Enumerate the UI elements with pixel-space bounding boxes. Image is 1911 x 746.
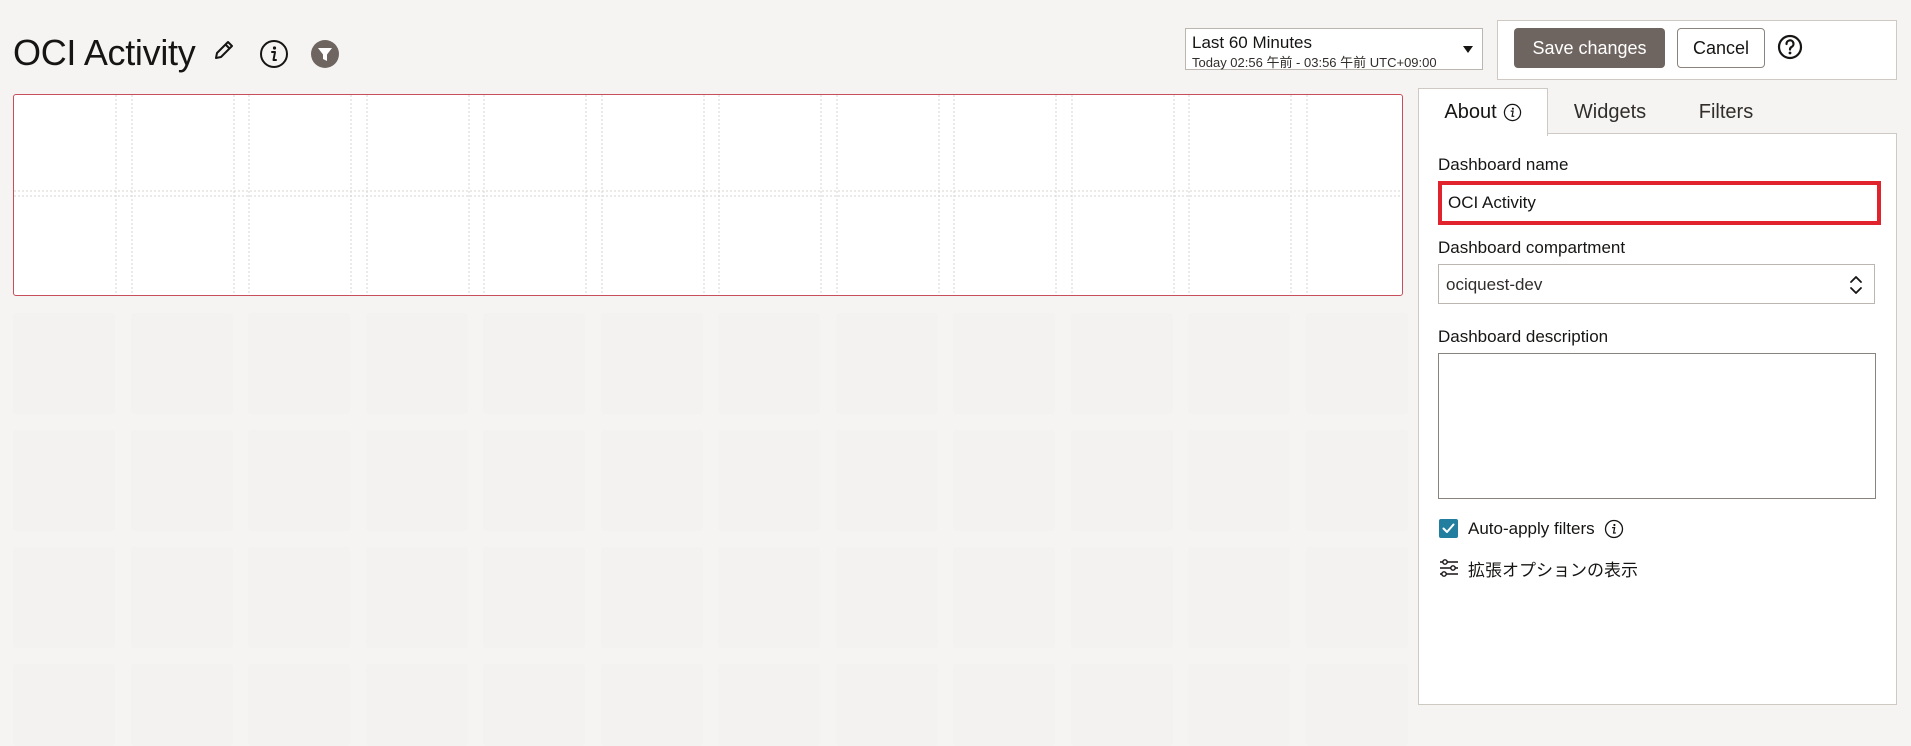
grid-placeholder-cell xyxy=(366,430,468,531)
grid-placeholder-cell xyxy=(953,430,1055,531)
grid-placeholder-cell xyxy=(483,547,585,648)
grid-placeholder-cell xyxy=(248,430,350,531)
chevron-up-down-icon xyxy=(1850,276,1862,294)
grid-placeholder-cell xyxy=(953,664,1055,746)
compartment-value: ociquest-dev xyxy=(1446,275,1543,294)
grid-placeholder-cell xyxy=(13,664,115,746)
grid-placeholder-cell xyxy=(131,547,233,648)
grid-placeholder-cell xyxy=(1071,313,1173,414)
grid-placeholder-cell xyxy=(248,547,350,648)
tab-filters[interactable]: Filters xyxy=(1666,88,1786,136)
grid-placeholder-cell xyxy=(836,547,938,648)
tab-about[interactable]: About xyxy=(1418,88,1548,136)
dashboard-description-label: Dashboard description xyxy=(1438,327,1609,346)
grid-placeholder-cell xyxy=(1188,547,1290,648)
time-range-label: Last 60 Minutes xyxy=(1192,33,1313,52)
grid-placeholder-cell xyxy=(601,664,703,746)
dashboard-compartment-label: Dashboard compartment xyxy=(1438,238,1626,257)
tab-widgets[interactable]: Widgets xyxy=(1550,88,1670,136)
filter-icon[interactable] xyxy=(309,38,341,70)
info-icon[interactable] xyxy=(258,38,290,70)
grid-placeholder-cell xyxy=(483,313,585,414)
grid-placeholder-cell xyxy=(131,664,233,746)
widget-placeholder-lines xyxy=(14,95,1402,295)
grid-placeholder-cell xyxy=(1071,547,1173,648)
dashboard-description-textarea[interactable] xyxy=(1438,353,1876,499)
grid-placeholder-cell xyxy=(718,664,820,746)
auto-apply-checkbox[interactable] xyxy=(1439,519,1458,538)
grid-placeholder-cell xyxy=(836,664,938,746)
grid-placeholder-cell xyxy=(1188,664,1290,746)
grid-placeholder-cell xyxy=(248,664,350,746)
info-icon[interactable] xyxy=(1503,103,1522,122)
grid-placeholder-cell xyxy=(131,430,233,531)
grid-placeholder-cell xyxy=(366,664,468,746)
grid-placeholder-cell xyxy=(1306,547,1408,648)
check-icon xyxy=(1442,523,1455,533)
auto-apply-label: Auto-apply filters xyxy=(1468,519,1595,538)
grid-placeholder-cell xyxy=(483,430,585,531)
tab-label: About xyxy=(1444,101,1497,123)
grid-placeholder-cell xyxy=(366,313,468,414)
grid-placeholder-cell xyxy=(248,313,350,414)
sliders-icon xyxy=(1440,559,1458,577)
save-changes-button[interactable]: Save changes xyxy=(1514,28,1665,68)
grid-placeholder-cell xyxy=(1306,430,1408,531)
grid-placeholder-cell xyxy=(836,313,938,414)
page-title: OCI Activity xyxy=(13,32,196,73)
grid-placeholder-cell xyxy=(601,430,703,531)
grid-placeholder-cell xyxy=(601,313,703,414)
grid-placeholder-cell xyxy=(718,547,820,648)
grid-placeholder-cell xyxy=(953,313,1055,414)
pencil-icon[interactable] xyxy=(210,36,238,64)
grid-placeholder-cell xyxy=(13,430,115,531)
grid-placeholder-cell xyxy=(718,313,820,414)
dashboard-editor: OCI Activity Last 60 Minutes Today 02:56… xyxy=(0,0,1911,746)
grid-placeholder-cell xyxy=(1188,430,1290,531)
help-icon[interactable] xyxy=(1776,33,1804,61)
dashboard-compartment-select[interactable]: ociquest-dev xyxy=(1438,264,1875,304)
selected-widget-area[interactable] xyxy=(13,94,1403,296)
time-range-select[interactable]: Last 60 Minutes Today 02:56 午前 - 03:56 午… xyxy=(1185,28,1483,70)
grid-placeholder-cell xyxy=(836,430,938,531)
info-icon[interactable] xyxy=(1604,519,1624,539)
cancel-button[interactable]: Cancel xyxy=(1677,28,1765,68)
grid-placeholder-cell xyxy=(718,430,820,531)
grid-placeholder-cell xyxy=(1071,664,1173,746)
grid-placeholder-cell xyxy=(1306,664,1408,746)
grid-placeholder-cell xyxy=(13,313,115,414)
grid-placeholder-cell xyxy=(483,664,585,746)
caret-down-icon xyxy=(1463,46,1473,53)
grid-placeholder-cell xyxy=(13,547,115,648)
grid-placeholder-cell xyxy=(366,547,468,648)
dashboard-name-input[interactable] xyxy=(1438,181,1881,225)
grid-placeholder-cell xyxy=(131,313,233,414)
grid-placeholder-cell xyxy=(601,547,703,648)
extended-options-label: 拡張オプションの表示 xyxy=(1468,560,1638,581)
grid-placeholder-cell xyxy=(953,547,1055,648)
grid-placeholder-cell xyxy=(1188,313,1290,414)
grid-placeholder-cell xyxy=(1306,313,1408,414)
extended-options-toggle[interactable]: 拡張オプションの表示 xyxy=(1438,556,1638,581)
time-range-detail: Today 02:56 午前 - 03:56 午前 UTC+09:00 xyxy=(1192,55,1437,70)
grid-placeholder-cell xyxy=(1071,430,1173,531)
dashboard-name-label: Dashboard name xyxy=(1438,155,1569,174)
dashboard-grid xyxy=(13,313,1408,746)
